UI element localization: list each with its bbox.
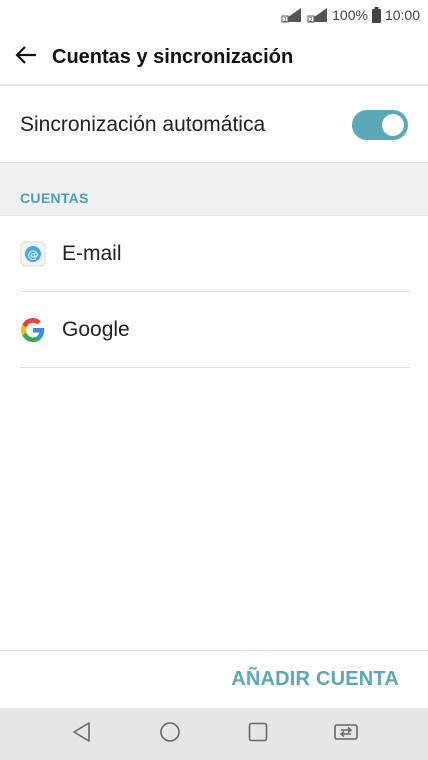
screen: 1 2 100% 10:00 Cuentas y sincronización … xyxy=(0,0,428,760)
add-account-button[interactable]: AÑADIR CUENTA xyxy=(231,668,399,691)
back-button[interactable] xyxy=(0,29,52,85)
battery-percentage: 100% xyxy=(332,7,368,23)
accounts-section-header: CUENTAS xyxy=(0,162,428,216)
nav-dual-window-button[interactable] xyxy=(324,712,368,756)
account-list: @ E-mail Google xyxy=(0,216,428,368)
sim2-signal-icon: 2 xyxy=(306,7,328,23)
account-label-email: E-mail xyxy=(62,242,122,265)
accounts-section-label: CUENTAS xyxy=(20,190,89,206)
back-nav-icon xyxy=(71,721,93,748)
status-bar: 1 2 100% 10:00 xyxy=(0,0,428,30)
google-icon xyxy=(20,317,46,343)
page-title: Cuentas y sincronización xyxy=(52,45,294,68)
auto-sync-label: Sincronización automática xyxy=(20,113,266,136)
nav-home-button[interactable] xyxy=(148,712,192,756)
app-bar: Cuentas y sincronización xyxy=(0,30,428,86)
navigation-bar xyxy=(0,708,428,760)
svg-text:1: 1 xyxy=(283,16,287,23)
auto-sync-row[interactable]: Sincronización automática xyxy=(0,88,428,162)
svg-text:2: 2 xyxy=(309,16,313,23)
battery-icon xyxy=(371,7,381,23)
svg-text:@: @ xyxy=(28,248,39,261)
home-nav-icon xyxy=(159,721,181,748)
toggle-knob xyxy=(382,114,404,136)
account-item-google[interactable]: Google xyxy=(0,292,428,368)
recents-nav-icon xyxy=(247,721,269,748)
email-app-icon: @ xyxy=(20,241,46,267)
account-item-email[interactable]: @ E-mail xyxy=(0,216,428,292)
account-label-google: Google xyxy=(62,318,130,341)
nav-recents-button[interactable] xyxy=(236,712,280,756)
clock: 10:00 xyxy=(384,7,420,23)
dual-window-icon xyxy=(332,721,360,748)
auto-sync-toggle[interactable] xyxy=(352,110,408,140)
nav-back-button[interactable] xyxy=(60,712,104,756)
action-bar: AÑADIR CUENTA xyxy=(0,650,428,708)
sim1-signal-icon: 1 xyxy=(280,7,302,23)
back-arrow-icon xyxy=(15,45,37,69)
